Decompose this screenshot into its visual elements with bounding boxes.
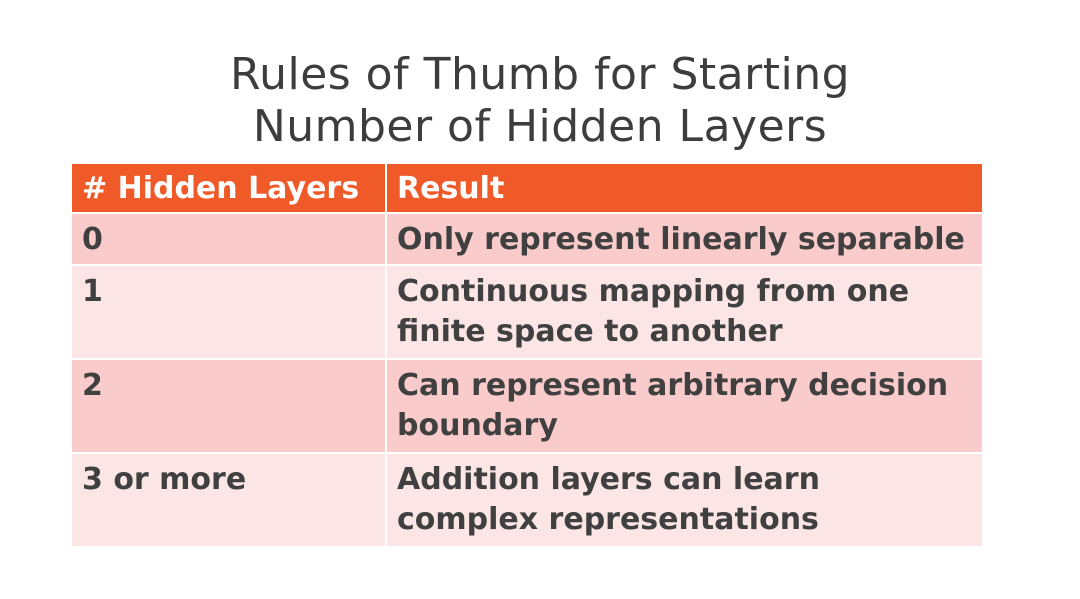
- table-row: 3 or more Addition layers can learn comp…: [72, 453, 982, 548]
- row-hidden-layers-cell: 3 or more: [72, 453, 387, 548]
- row-result-cell: Continuous mapping from one finite space…: [386, 265, 982, 360]
- hidden-layers-table: # Hidden Layers Result 0 Only represent …: [72, 164, 982, 548]
- slide-title-line-2: Number of Hidden Layers: [252, 101, 828, 153]
- result-text-line: finite space to another: [397, 314, 783, 349]
- result-text-line: boundary: [397, 408, 558, 443]
- result-text-line: Can represent arbitrary decision: [397, 368, 949, 403]
- table-header-row: # Hidden Layers Result: [72, 164, 982, 214]
- row-hidden-layers-cell: 2: [72, 359, 387, 454]
- row-result-cell: Can represent arbitrary decision boundar…: [386, 359, 982, 454]
- slide: Rules of Thumb for Starting Number of Hi…: [0, 0, 1080, 599]
- row-hidden-layers-cell: 1: [72, 265, 387, 360]
- table-row: 1 Continuous mapping from one finite spa…: [72, 265, 982, 360]
- result-text-line: complex representations: [397, 502, 819, 537]
- row-result-cell: Only represent linearly separable: [386, 213, 982, 266]
- result-text-line: Continuous mapping from one: [397, 274, 910, 309]
- slide-title-line-1: Rules of Thumb for Starting: [229, 49, 851, 101]
- table-row: 0 Only represent linearly separable: [72, 213, 982, 266]
- row-hidden-layers-cell: 0: [72, 213, 387, 266]
- header-result: Result: [386, 164, 982, 214]
- row-result-cell: Addition layers can learn complex repres…: [386, 453, 982, 548]
- header-hidden-layers: # Hidden Layers: [72, 164, 387, 214]
- table-row: 2 Can represent arbitrary decision bound…: [72, 359, 982, 454]
- result-text-line: Only represent linearly separable: [397, 222, 965, 257]
- slide-title: Rules of Thumb for Starting Number of Hi…: [0, 49, 1080, 153]
- result-text-line: Addition layers can learn: [397, 462, 820, 497]
